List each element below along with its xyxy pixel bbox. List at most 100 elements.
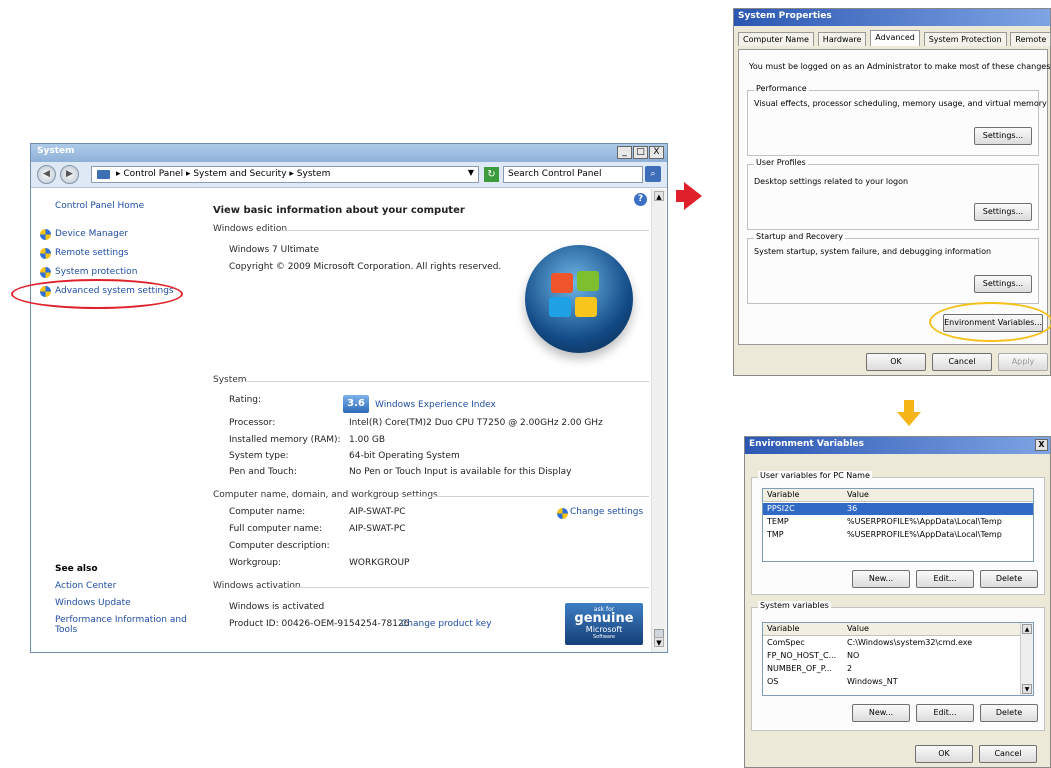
system-variables-list[interactable]: Variable Value ComSpec C:\Windows\system… — [762, 622, 1034, 696]
genuine-software: Software — [592, 634, 616, 640]
processor-label: Processor: — [229, 418, 276, 428]
minimize-button[interactable]: _ — [617, 146, 632, 159]
genuine-microsoft-badge[interactable]: ask for genuine Microsoft Software — [565, 603, 643, 645]
control-panel-home-link[interactable]: Control Panel Home — [55, 201, 144, 211]
variable-column-header[interactable]: Variable — [767, 490, 799, 499]
startup-settings-button[interactable]: Settings... — [974, 275, 1032, 293]
performance-group: Performance Visual effects, processor sc… — [747, 84, 1047, 156]
change-settings-link[interactable]: Change settings — [570, 507, 643, 517]
user-delete-button[interactable]: Delete — [980, 570, 1038, 588]
table-row[interactable]: FP_NO_HOST_C... NO — [763, 650, 1033, 662]
breadcrumb-system[interactable]: System — [297, 169, 331, 179]
apply-button[interactable]: Apply — [998, 353, 1048, 371]
performance-info-link-tools[interactable]: Tools — [55, 625, 77, 635]
tab-system-protection[interactable]: System Protection — [923, 32, 1007, 46]
address-toolbar: ◀ ▶ ▸ Control Panel ▸ System and Securit… — [31, 162, 667, 188]
forward-icon[interactable]: ▶ — [60, 165, 79, 184]
pen-touch-label: Pen and Touch: — [229, 467, 297, 477]
user-variables-title: User variables for PC Name — [758, 471, 872, 480]
performance-info-link[interactable]: Performance Information and — [55, 615, 187, 625]
arrow-down-icon — [897, 400, 921, 426]
scroll-up-icon[interactable]: ▲ — [654, 191, 664, 201]
change-product-key-link[interactable]: Change product key — [401, 619, 492, 629]
table-row[interactable]: TEMP %USERPROFILE%\AppData\Local\Temp — [763, 516, 1033, 528]
cancel-button[interactable]: Cancel — [979, 745, 1037, 763]
search-input[interactable]: Search Control Panel — [503, 166, 643, 183]
list-header: Variable Value — [763, 489, 1033, 502]
scroll-down-icon[interactable]: ▼ — [654, 637, 664, 647]
tab-computer-name[interactable]: Computer Name — [738, 32, 814, 46]
breadcrumb-control-panel[interactable]: Control Panel — [123, 169, 183, 179]
close-button[interactable]: X — [1035, 439, 1048, 451]
system-delete-button[interactable]: Delete — [980, 704, 1038, 722]
chevron-down-icon[interactable]: ▼ — [468, 168, 474, 177]
rating-badge[interactable]: 3.6 — [343, 395, 369, 413]
windows-logo — [525, 245, 633, 353]
left-pane: Control Panel Home Device Manager Remote… — [11, 189, 201, 652]
list-scrollbar[interactable]: ▲ ▼ — [1020, 623, 1033, 695]
system-protection-link[interactable]: System protection — [55, 267, 137, 277]
genuine-word: genuine — [574, 611, 634, 626]
table-row[interactable]: ComSpec C:\Windows\system32\cmd.exe — [763, 637, 1033, 649]
control-panel-icon — [97, 170, 110, 179]
product-id: Product ID: 00426-OEM-9154254-78126 — [229, 619, 410, 629]
table-row[interactable]: OS Windows_NT — [763, 676, 1033, 688]
address-bar[interactable]: ▸ Control Panel ▸ System and Security ▸ … — [91, 166, 479, 183]
system-type-label: System type: — [229, 451, 289, 461]
performance-desc: Visual effects, processor scheduling, me… — [754, 99, 1047, 108]
value-column-header[interactable]: Value — [847, 490, 869, 499]
full-computer-name-label: Full computer name: — [229, 524, 323, 534]
search-icon[interactable]: ⌕ — [645, 166, 661, 182]
user-new-button[interactable]: New... — [852, 570, 910, 588]
system-type-value: 64-bit Operating System — [349, 451, 460, 461]
back-icon[interactable]: ◀ — [37, 165, 56, 184]
ok-button[interactable]: OK — [866, 353, 926, 371]
maximize-button[interactable]: □ — [633, 146, 648, 159]
user-profiles-settings-button[interactable]: Settings... — [974, 203, 1032, 221]
pen-touch-value: No Pen or Touch Input is available for t… — [349, 467, 572, 477]
value-column-header[interactable]: Value — [847, 624, 869, 633]
user-profiles-title: User Profiles — [754, 158, 808, 167]
full-computer-name-value: AIP-SWAT-PC — [349, 524, 406, 534]
refresh-icon[interactable]: ↻ — [484, 167, 499, 182]
user-profiles-desc: Desktop settings related to your logon — [754, 177, 909, 186]
scroll-down-icon[interactable]: ▼ — [1022, 684, 1032, 694]
wei-link[interactable]: Windows Experience Index — [375, 400, 496, 410]
ok-button[interactable]: OK — [915, 745, 973, 763]
cancel-button[interactable]: Cancel — [932, 353, 992, 371]
shield-icon — [40, 267, 51, 278]
table-row[interactable]: NUMBER_OF_P... 2 — [763, 663, 1033, 675]
system-section-title: System — [213, 375, 247, 385]
system-variables-group: System variables Variable Value ComSpec … — [751, 601, 1045, 731]
system-edit-button[interactable]: Edit... — [916, 704, 974, 722]
tab-strip: Computer Name Hardware Advanced System P… — [738, 30, 1051, 50]
highlight-circle — [929, 302, 1051, 342]
table-row[interactable]: PPSI2C 36 — [763, 503, 1033, 515]
tab-hardware[interactable]: Hardware — [817, 32, 867, 46]
tab-remote[interactable]: Remote — [1010, 32, 1051, 46]
main-pane: View basic information about your comput… — [209, 189, 649, 652]
tab-advanced[interactable]: Advanced — [870, 30, 920, 46]
remote-settings-link[interactable]: Remote settings — [55, 248, 128, 258]
help-icon[interactable]: ? — [634, 193, 647, 206]
performance-settings-button[interactable]: Settings... — [974, 127, 1032, 145]
copyright-text: Copyright © 2009 Microsoft Corporation. … — [229, 262, 502, 272]
variable-column-header[interactable]: Variable — [767, 624, 799, 633]
processor-value: Intel(R) Core(TM)2 Duo CPU T7250 @ 2.00G… — [349, 418, 603, 428]
scroll-up-icon[interactable]: ▲ — [1022, 624, 1032, 634]
device-manager-link[interactable]: Device Manager — [55, 229, 128, 239]
window-title: System — [37, 146, 75, 156]
main-scrollbar[interactable]: ▲ ▼ — [651, 189, 666, 652]
windows-update-link[interactable]: Windows Update — [55, 598, 131, 608]
search-placeholder: Search Control Panel — [508, 169, 602, 179]
table-row[interactable]: TMP %USERPROFILE%\AppData\Local\Temp — [763, 529, 1033, 541]
action-center-link[interactable]: Action Center — [55, 581, 116, 591]
user-edit-button[interactable]: Edit... — [916, 570, 974, 588]
breadcrumb-system-security[interactable]: System and Security — [193, 169, 286, 179]
divider — [281, 230, 649, 231]
system-new-button[interactable]: New... — [852, 704, 910, 722]
close-button[interactable]: X — [649, 146, 664, 159]
user-variables-list[interactable]: Variable Value PPSI2C 36 TEMP %USERPROFI… — [762, 488, 1034, 562]
advanced-tab-panel: You must be logged on as an Administrato… — [738, 49, 1051, 345]
windows-edition-value: Windows 7 Ultimate — [229, 245, 320, 255]
